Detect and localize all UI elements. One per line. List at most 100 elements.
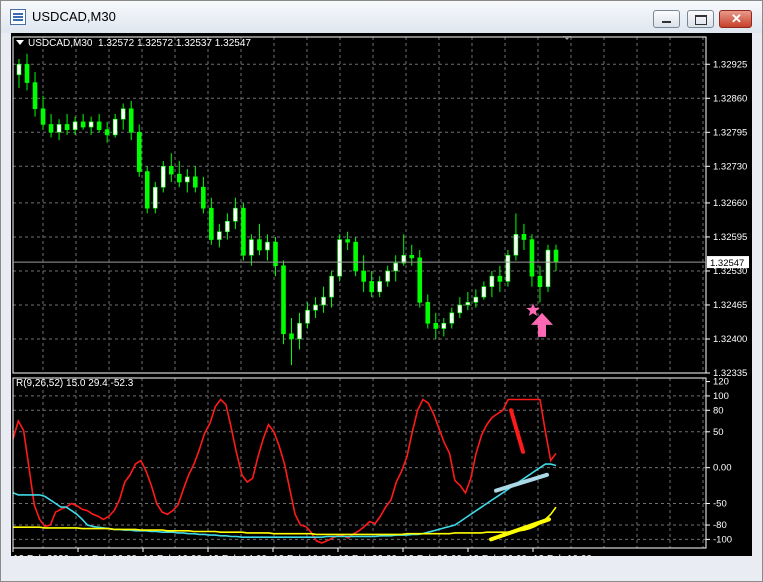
- price-tick-label: 1.32400: [713, 334, 747, 345]
- candle-body: [56, 124, 62, 133]
- candle-body: [481, 286, 487, 298]
- candle-body: [32, 82, 38, 110]
- price-tick-label: 1.32595: [713, 232, 747, 243]
- title-bar[interactable]: USDCAD,M30: [1, 1, 762, 33]
- candle-body: [329, 275, 334, 298]
- chart-window: USDCAD,M30 1.329251.328601.327951.327301…: [0, 0, 763, 582]
- candle-body: [417, 257, 423, 303]
- grid: [13, 37, 706, 548]
- candle-body: [217, 231, 222, 240]
- candle-body: [313, 304, 318, 311]
- candle-body: [345, 239, 350, 243]
- candle-body: [297, 322, 302, 340]
- candle-body: [48, 124, 54, 133]
- candle-body: [289, 333, 294, 340]
- candle-body: [497, 275, 503, 282]
- candle-body: [257, 239, 262, 251]
- main-panel-frame: [12, 36, 707, 374]
- candle-body: [385, 270, 390, 282]
- candle-body: [449, 312, 455, 324]
- chart-canvas[interactable]: 1.32925 1.32860 1.32795 1.32730 1.32660 1.325…: [11, 33, 752, 556]
- indicator-tick-label: -50: [713, 499, 727, 510]
- maximize-button[interactable]: [687, 10, 714, 28]
- price-tick-label: 1.32795: [713, 127, 747, 138]
- candle-body: [40, 108, 46, 125]
- indicator-lines: [12, 398, 557, 544]
- candle-body: [321, 296, 326, 306]
- candle-body: [225, 220, 230, 233]
- candle-body: [64, 124, 70, 130]
- symbol-info-text: USDCAD,M30 1.32572 1.32572 1.32537 1.325…: [28, 38, 251, 49]
- indicator-panel-frame: [12, 377, 707, 549]
- current-price-label: 1.32547: [710, 258, 744, 269]
- indicator-tick-label: 0.00: [713, 463, 732, 474]
- red-line: [12, 398, 557, 544]
- candle-body: [473, 296, 479, 303]
- candle-body: [249, 239, 254, 256]
- window-title: USDCAD,M30: [32, 9, 116, 24]
- candle-body: [457, 304, 463, 314]
- indicator-tick-label: 100: [713, 391, 729, 402]
- indicator-tick-label: 120: [713, 377, 729, 388]
- candle-body: [265, 241, 270, 251]
- time-axis-label: 13 Feb 06:00: [468, 554, 527, 556]
- symbol-info: USDCAD,M30 1.32572 1.32572 1.32537 1.325…: [16, 38, 251, 49]
- price-tick-label: 1.32465: [713, 300, 747, 311]
- candle-body: [168, 166, 174, 175]
- candle-body: [176, 173, 182, 183]
- candle-body: [393, 262, 399, 272]
- cyan-line: [12, 463, 557, 539]
- close-button[interactable]: [719, 10, 752, 28]
- candle-body: [305, 309, 310, 324]
- light-blue-trend-stroke: [494, 472, 549, 493]
- minimize-button[interactable]: [653, 10, 680, 28]
- red-trend-stroke: [509, 408, 525, 454]
- candle-body: [24, 63, 30, 83]
- candle-body: [104, 129, 110, 136]
- candle-body: [120, 108, 126, 120]
- price-tick-label: 1.32860: [713, 93, 747, 104]
- chart-shift-marker-icon: [563, 36, 571, 40]
- yellow-trend-stroke: [489, 517, 551, 542]
- time-axis-label: 12 Feb 10:00: [143, 554, 202, 556]
- candle-body: [553, 249, 559, 263]
- candle-body: [513, 234, 519, 256]
- time-axis-label: 13 Feb 02:00: [403, 554, 462, 556]
- candle-body: [537, 275, 543, 287]
- time-axis-label: 12 Feb 22:00: [338, 554, 397, 556]
- indicator-info: R(9,26,52) 15.0 29.4 -52.3: [16, 378, 134, 389]
- chart-window-icon: [10, 9, 26, 25]
- candle-body: [201, 186, 206, 209]
- candle-body: [353, 241, 358, 272]
- candle-body: [281, 265, 286, 335]
- candle-body: [465, 302, 471, 306]
- candles: [16, 53, 559, 366]
- candle-body: [72, 121, 78, 130]
- time-axis-label: 12 Feb 06:00: [78, 554, 137, 556]
- price-tick-label: 1.32660: [713, 198, 747, 209]
- time-axis-label: 12 Feb 18:00: [273, 554, 332, 556]
- candle-body: [16, 63, 22, 76]
- chart-area[interactable]: 1.32925 1.32860 1.32795 1.32730 1.32660 1.325…: [11, 33, 752, 556]
- pink-up-arrow-icon: [531, 312, 553, 337]
- indicator-tick-label: -100: [713, 534, 732, 545]
- candle-body: [409, 254, 415, 259]
- candle-body: [209, 207, 214, 240]
- time-axis-label: 12 Feb 14:00: [208, 554, 267, 556]
- time-axis-label: 12 Feb 2020: [13, 554, 70, 556]
- candle-body: [112, 118, 118, 136]
- candle-body: [80, 121, 86, 128]
- candle-body: [241, 207, 246, 256]
- candle-body: [152, 186, 158, 209]
- dropdown-triangle-icon[interactable]: [16, 40, 24, 45]
- candle-body: [529, 239, 535, 277]
- candle-body: [369, 281, 374, 293]
- candle-body: [88, 121, 94, 128]
- candle-body: [425, 302, 431, 324]
- time-axis-label: 13 Feb 10:00: [533, 554, 592, 556]
- candle-body: [377, 281, 382, 293]
- candle-body: [128, 108, 134, 133]
- candle-body: [193, 176, 198, 188]
- indicator-tick-label: 50: [713, 427, 724, 438]
- indicator-tick-label: 80: [713, 405, 724, 416]
